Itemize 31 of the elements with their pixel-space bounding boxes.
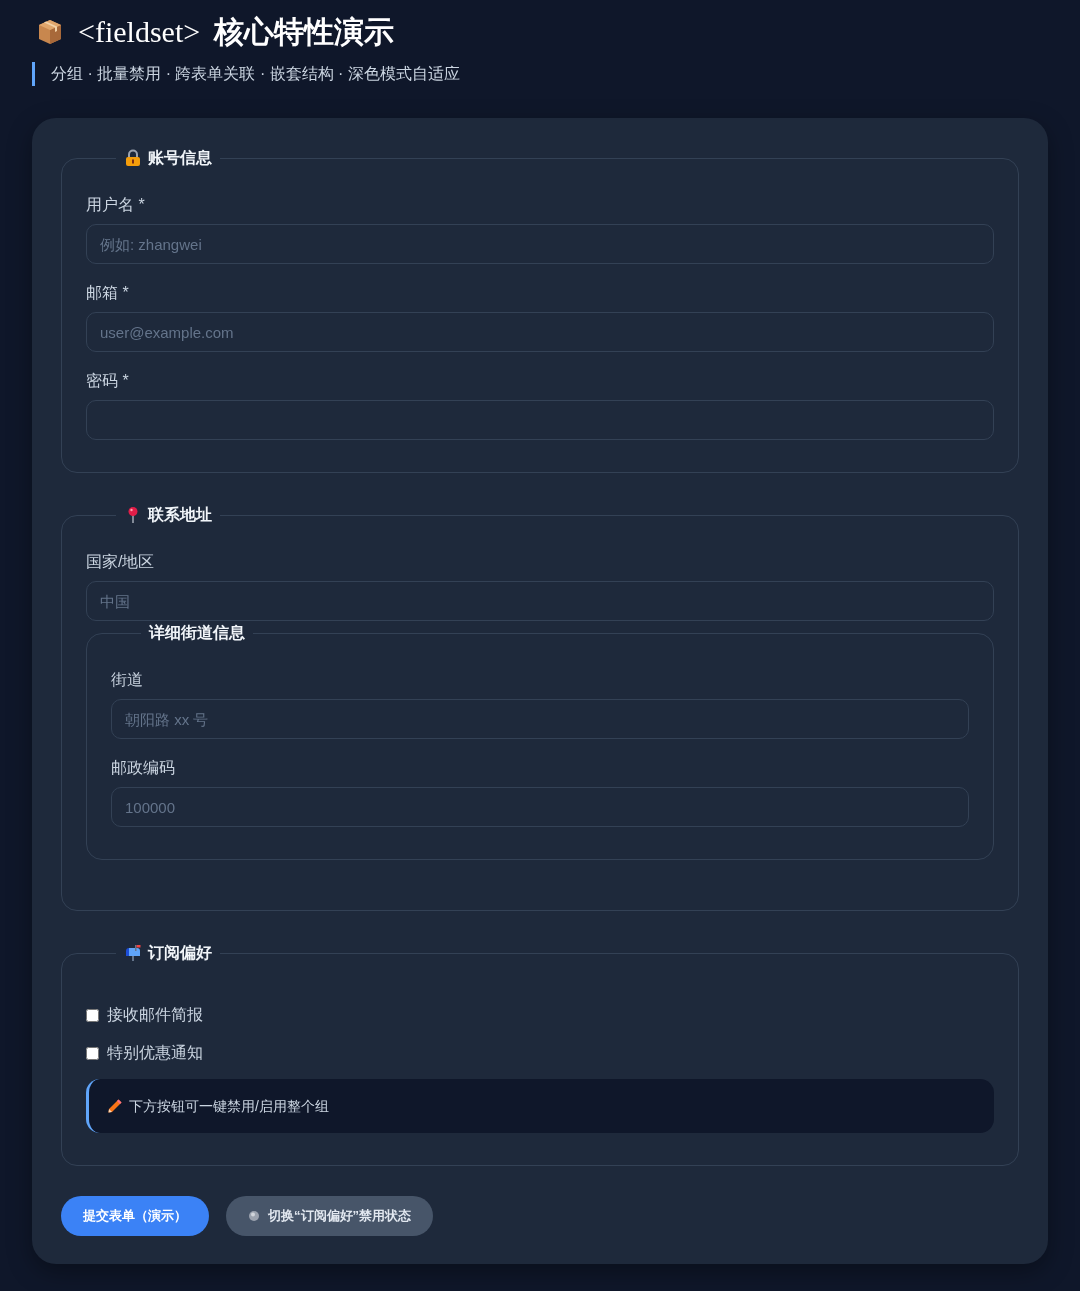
dot-icon	[248, 1210, 260, 1222]
group-legend: 联系地址	[148, 503, 212, 527]
input-field[interactable]	[86, 400, 994, 440]
lock-icon	[124, 149, 142, 167]
mailbox-icon	[124, 944, 142, 962]
input-field[interactable]: user@example.com	[86, 312, 994, 352]
field-label: 街道	[111, 670, 144, 690]
pencil-icon	[107, 1098, 123, 1114]
checkbox[interactable]	[86, 1046, 99, 1060]
checkbox-label: 接收邮件简报	[107, 1005, 203, 1025]
input-field[interactable]: 100000	[111, 787, 969, 827]
field-label: 国家/地区	[86, 552, 156, 572]
field-label: 密码 *	[86, 371, 130, 391]
input-field[interactable]: 朝阳路 xx 号	[111, 699, 969, 739]
toggle-button[interactable]: 切换“订阅偏好”禁用状态	[226, 1196, 433, 1236]
group-legend: 详细街道信息	[149, 621, 245, 645]
field-label: 用户名 *	[86, 195, 146, 215]
field-label: 邮箱 *	[86, 283, 130, 303]
title-code: <fieldset>	[78, 14, 201, 50]
group-legend: 账号信息	[148, 146, 212, 170]
subtitle: 分组 · 批量禁用 · 跨表单关联 · 嵌套结构 · 深色模式自适应	[32, 62, 1048, 86]
box-icon	[36, 18, 64, 46]
checkbox[interactable]	[86, 1008, 99, 1022]
group-legend: 订阅偏好	[148, 941, 212, 965]
field-label: 邮政编码	[111, 758, 176, 778]
input-field[interactable]: 中国	[86, 581, 994, 621]
submit-button[interactable]: 提交表单（演示）	[61, 1196, 209, 1236]
checkbox-label: 特别优惠通知	[107, 1043, 203, 1063]
page-title: 核心特性演示	[214, 14, 395, 50]
input-field[interactable]: 例如: zhangwei	[86, 224, 994, 264]
note-text: 下方按钮可一键禁用/启用整个组	[129, 1096, 329, 1116]
